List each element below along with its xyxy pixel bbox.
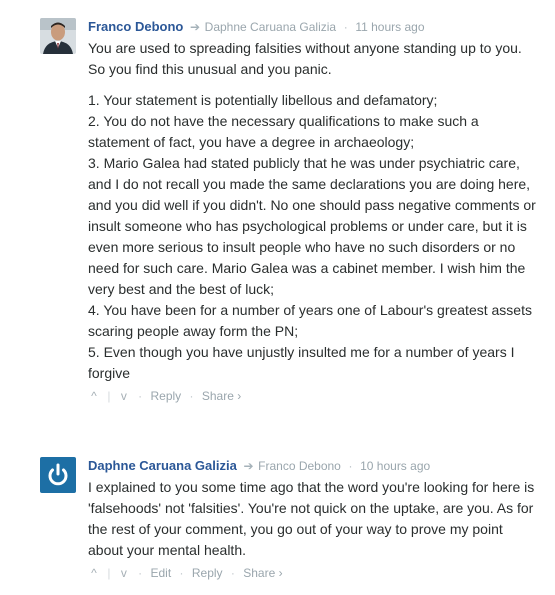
footer-dot: · [179,566,184,580]
in-reply-to-link[interactable]: Franco Debono [258,459,341,473]
comment-footer: ^ | v · Reply · Share › [88,388,540,404]
footer-dot: · [230,566,235,580]
comment-paragraph: 1. Your statement is potentially libello… [88,92,536,381]
author-name[interactable]: Daphne Caruana Galizia [88,458,237,473]
share-link[interactable]: Share › [202,389,241,403]
footer-dot: · [189,389,194,403]
comment-header: Franco Debono ➔ Daphne Caruana Galizia ·… [88,18,540,36]
chevron-up-icon[interactable]: ^ [88,565,100,581]
comment-footer: ^ | v · Edit · Reply · Share › [88,565,540,581]
chevron-up-icon[interactable]: ^ [88,388,100,404]
comment-message: You are used to spreading falsities with… [88,38,540,384]
comment-paragraph: I explained to you some time ago that th… [88,479,535,558]
vote-divider: | [107,566,111,580]
comment-paragraph: You are used to spreading falsities with… [88,40,522,77]
edit-link[interactable]: Edit [151,566,172,580]
in-reply-to-link[interactable]: Daphne Caruana Galizia [205,20,336,34]
avatar[interactable] [40,457,76,493]
chevron-down-icon[interactable]: v [118,388,130,404]
timestamp-link[interactable]: 10 hours ago [360,459,430,473]
footer-dot: · [138,566,143,580]
comment-header: Daphne Caruana Galizia ➔ Franco Debono ·… [88,457,540,475]
vote-divider: | [107,389,111,403]
meta-separator: · [348,459,353,473]
avatar[interactable] [40,18,76,54]
timestamp-link[interactable]: 11 hours ago [355,20,424,34]
reply-arrow-icon: ➔ [189,20,201,34]
footer-dot: · [138,389,143,403]
meta-separator: · [343,20,348,34]
reply-link[interactable]: Reply [151,389,182,403]
share-link[interactable]: Share › [243,566,282,580]
chevron-down-icon[interactable]: v [118,565,130,581]
author-name[interactable]: Franco Debono [88,19,183,34]
comment-body: Daphne Caruana Galizia ➔ Franco Debono ·… [88,457,540,581]
avatar-photo-icon [40,18,76,54]
reply-arrow-icon: ➔ [243,459,254,473]
reply-link[interactable]: Reply [192,566,223,580]
power-logo-icon [40,457,76,493]
comment-body: Franco Debono ➔ Daphne Caruana Galizia ·… [88,18,540,404]
comment-message: I explained to you some time ago that th… [88,477,540,561]
